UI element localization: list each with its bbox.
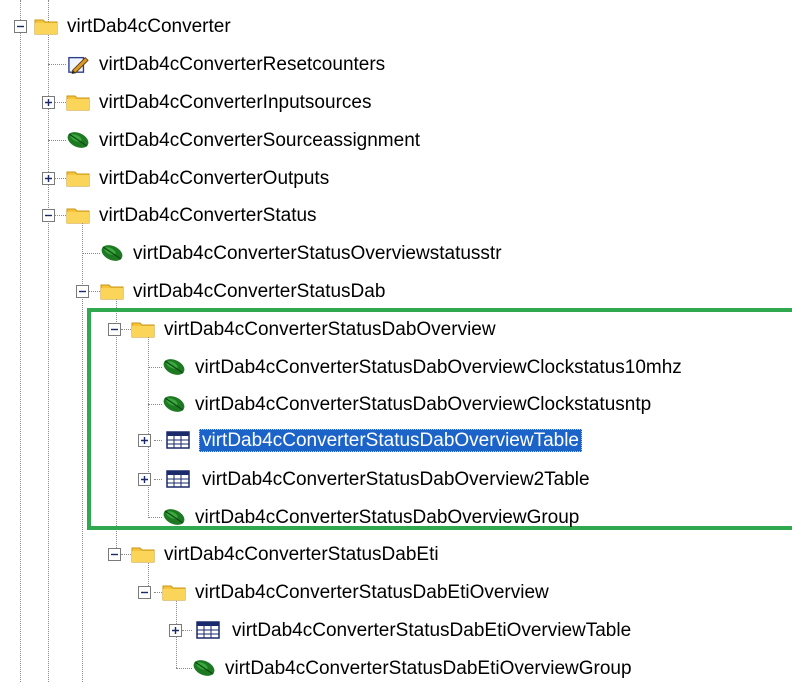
tree-node-etioverviewgroup[interactable]: virtDab4cConverterStatusDabEtiOverviewGr… xyxy=(192,649,635,687)
tree-node-status[interactable]: virtDab4cConverterStatus xyxy=(66,196,320,234)
tree-node-etioverview[interactable]: virtDab4cConverterStatusDabEtiOverview xyxy=(162,573,552,611)
tree-node-sourceassignment[interactable]: virtDab4cConverterSourceassignment xyxy=(66,121,423,159)
tree-connector xyxy=(54,215,66,216)
tree-node-label-selected: virtDab4cConverterStatusDabOverviewTable xyxy=(199,428,582,452)
tree-node-statusdabeti[interactable]: virtDab4cConverterStatusDabEti xyxy=(131,535,442,573)
tree-node-label: virtDab4cConverterResetcounters xyxy=(99,53,386,75)
collapse-toggle-icon[interactable] xyxy=(14,20,27,33)
tree-node-label: virtDab4cConverterStatusDabOverview xyxy=(164,318,496,340)
folder-icon xyxy=(131,320,155,338)
tree-node-converter[interactable]: virtDab4cConverter xyxy=(34,7,234,45)
tree-guide-line xyxy=(20,0,21,682)
tree-node-overview2table[interactable]: virtDab4cConverterStatusDabOverview2Tabl… xyxy=(166,460,593,498)
tree-node-overviewtable[interactable]: virtDab4cConverterStatusDabOverviewTable xyxy=(166,421,582,459)
tree-node-label: virtDab4cConverterOutputs xyxy=(99,167,330,189)
tree-node-label: virtDab4cConverterStatusOverviewstatusst… xyxy=(133,242,502,264)
tree-connector xyxy=(54,102,66,103)
folder-icon xyxy=(162,583,186,601)
leaf-icon xyxy=(162,394,186,414)
collapse-toggle-icon[interactable] xyxy=(42,209,55,222)
table-icon xyxy=(166,431,190,449)
collapse-toggle-icon[interactable] xyxy=(138,586,151,599)
tree-connector xyxy=(88,291,100,292)
collapse-toggle-icon[interactable] xyxy=(108,548,121,561)
tree-node-label: virtDab4cConverterStatusDabOverviewClock… xyxy=(195,356,682,378)
tree-node-label: virtDab4cConverterStatusDabEti xyxy=(164,543,439,565)
tree-node-resetcounters[interactable]: virtDab4cConverterResetcounters xyxy=(66,45,388,83)
tree-node-statusdaboverview[interactable]: virtDab4cConverterStatusDabOverview xyxy=(131,310,499,348)
tree-node-label: virtDab4cConverterStatusDabOverview2Tabl… xyxy=(202,468,590,490)
tree-node-clockstatusntp[interactable]: virtDab4cConverterStatusDabOverviewClock… xyxy=(162,385,654,423)
tree-node-label: virtDab4cConverterStatusDab xyxy=(133,280,386,302)
tree-node-label: virtDab4cConverterStatusDabEtiOverview xyxy=(195,581,549,603)
table-icon xyxy=(166,470,190,488)
tree-node-outputs[interactable]: virtDab4cConverterOutputs xyxy=(66,159,332,197)
tree-node-label: virtDab4cConverterStatusDabEtiOverviewGr… xyxy=(225,657,632,679)
leaf-icon xyxy=(162,357,186,377)
folder-icon xyxy=(66,206,90,224)
expand-toggle-icon[interactable] xyxy=(138,473,151,486)
table-icon xyxy=(196,621,220,639)
folder-icon xyxy=(34,17,58,35)
folder-icon xyxy=(66,169,90,187)
tree-node-overviewstatusstr[interactable]: virtDab4cConverterStatusOverviewstatusst… xyxy=(100,234,505,272)
leaf-icon xyxy=(66,130,90,150)
tree-node-label: virtDab4cConverterStatusDabOverviewClock… xyxy=(195,393,652,415)
tree-connector xyxy=(176,668,192,669)
tree-connector xyxy=(48,64,66,65)
tree-node-label: virtDab4cConverterStatus xyxy=(99,204,317,226)
pen-icon xyxy=(66,54,90,74)
tree-connector xyxy=(54,178,66,179)
tree-connector xyxy=(82,253,100,254)
expand-toggle-icon[interactable] xyxy=(42,172,55,185)
folder-icon xyxy=(131,545,155,563)
tree-node-label: virtDab4cConverterInputsources xyxy=(99,91,372,113)
tree-node-label: virtDab4cConverterStatusDabOverviewGroup xyxy=(195,506,580,528)
folder-icon xyxy=(100,282,124,300)
expand-toggle-icon[interactable] xyxy=(169,624,182,637)
leaf-icon xyxy=(162,507,186,527)
tree-connector xyxy=(121,554,131,555)
expand-toggle-icon[interactable] xyxy=(42,96,55,109)
leaf-icon xyxy=(192,658,216,678)
tree-connector xyxy=(154,592,162,593)
tree-node-statusdab[interactable]: virtDab4cConverterStatusDab xyxy=(100,272,388,310)
tree-node-clockstatus10mhz[interactable]: virtDab4cConverterStatusDabOverviewClock… xyxy=(162,348,685,386)
tree-node-label: virtDab4cConverterStatusDabEtiOverviewTa… xyxy=(232,619,632,641)
tree-node-label: virtDab4cConverterSourceassignment xyxy=(99,129,421,151)
collapse-toggle-icon[interactable] xyxy=(108,323,121,336)
leaf-icon xyxy=(100,243,124,263)
collapse-toggle-icon[interactable] xyxy=(76,285,89,298)
tree-connector xyxy=(48,140,66,141)
tree-node-etioverviewtable[interactable]: virtDab4cConverterStatusDabEtiOverviewTa… xyxy=(196,611,634,649)
tree-connector xyxy=(182,630,192,631)
tree-node-overviewgroup[interactable]: virtDab4cConverterStatusDabOverviewGroup xyxy=(162,498,582,536)
expand-toggle-icon[interactable] xyxy=(138,434,151,447)
folder-icon xyxy=(66,93,90,111)
tree-node-label: virtDab4cConverter xyxy=(67,15,231,37)
tree-node-inputsources[interactable]: virtDab4cConverterInputsources xyxy=(66,83,374,121)
